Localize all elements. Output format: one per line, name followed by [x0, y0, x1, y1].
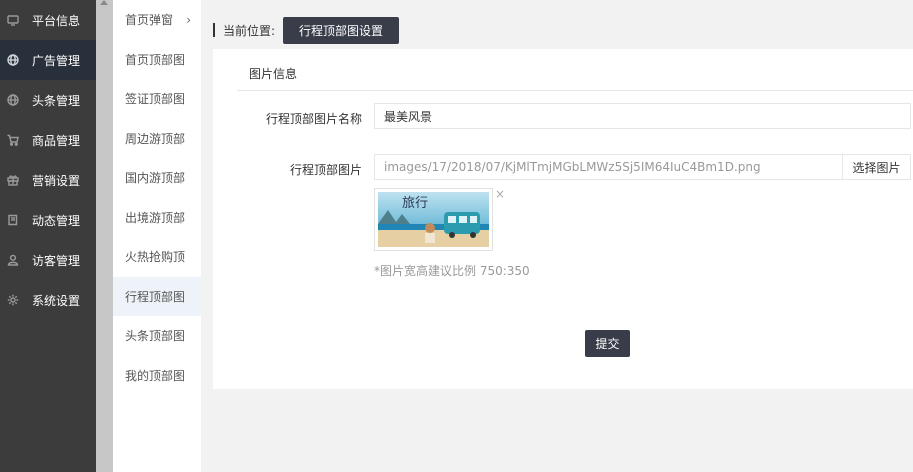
submit-button[interactable]: 提交	[585, 330, 630, 357]
submenu-item-visa-top-image[interactable]: 签证顶部图	[113, 79, 201, 119]
submenu-item-home-top-image[interactable]: 首页顶部图	[113, 40, 201, 80]
submenu-item-domestic-tour-top[interactable]: 国内游顶部	[113, 158, 201, 198]
choose-image-button[interactable]: 选择图片	[842, 154, 911, 180]
section-divider	[237, 90, 913, 91]
image-name-label: 行程顶部图片名称	[265, 112, 362, 126]
submenu-item-label: 首页顶部图	[125, 52, 186, 67]
image-ratio-hint: *图片宽高建议比例 750:350	[374, 264, 530, 278]
remove-image-icon[interactable]: ×	[495, 188, 505, 200]
image-thumbnail: 旅行	[374, 188, 493, 251]
sidebar-item-marketing-settings[interactable]: 营销设置	[0, 160, 96, 200]
sidebar-item-label: 系统设置	[32, 293, 81, 308]
submenu-item-label: 首页弹窗	[125, 13, 174, 28]
submenu-item-label: 行程顶部图	[125, 289, 186, 304]
sidebar-collapse-strip[interactable]	[96, 0, 113, 472]
form-panel: 图片信息 行程顶部图片名称 最美风景 行程顶部图片 images/17/2018…	[213, 49, 913, 389]
image-name-input[interactable]: 最美风景	[374, 103, 911, 129]
sidebar-item-label: 访客管理	[32, 253, 81, 268]
thumbnail-title: 旅行	[402, 196, 428, 211]
sidebar-item-system-settings[interactable]: 系统设置	[0, 280, 96, 320]
breadcrumb-marker	[213, 23, 215, 37]
sidebar-item-product-management[interactable]: 商品管理	[0, 120, 96, 160]
section-title: 图片信息	[249, 67, 298, 81]
cart-icon	[6, 133, 20, 147]
submenu-item-headline-top-image[interactable]: 头条顶部图	[113, 316, 201, 356]
submenu-item-itinerary-top-image[interactable]: 行程顶部图	[113, 276, 201, 316]
monitor-icon	[6, 13, 20, 27]
sidebar-item-visitor-management[interactable]: 访客管理	[0, 240, 96, 280]
submenu-item-flash-sale-top[interactable]: 火热抢购顶	[113, 237, 201, 277]
sidebar-item-label: 商品管理	[32, 133, 81, 148]
submenu-item-nearby-tour-top[interactable]: 周边游顶部	[113, 119, 201, 159]
submenu-item-label: 我的顶部图	[125, 368, 186, 383]
sub-menu: 首页弹窗 › 首页顶部图 签证顶部图 周边游顶部 国内游顶部 出境游顶部 火热抢…	[113, 0, 201, 472]
breadcrumb: 当前位置: 行程顶部图设置	[213, 16, 400, 44]
submenu-item-outbound-tour-top[interactable]: 出境游顶部	[113, 198, 201, 238]
submenu-item-label: 火热抢购顶	[125, 250, 186, 265]
sidebar-item-label: 动态管理	[32, 213, 81, 228]
sidebar-item-label: 平台信息	[32, 13, 81, 28]
breadcrumb-label: 当前位置:	[223, 23, 276, 38]
user-icon	[6, 253, 20, 267]
image-label: 行程顶部图片	[289, 163, 362, 177]
submenu-item-label: 国内游顶部	[125, 171, 186, 186]
sidebar-item-label: 头条管理	[32, 93, 81, 108]
sidebar-item-ad-management[interactable]: 广告管理	[0, 40, 96, 80]
main-sidebar: 平台信息 广告管理 头条管理 商品管理 营销设置 动态管理 访客管理 系统设置	[0, 0, 96, 472]
globe-icon	[6, 53, 20, 67]
submenu-item-home-popup[interactable]: 首页弹窗 ›	[113, 0, 201, 40]
gift-icon	[6, 173, 20, 187]
submenu-item-label: 周边游顶部	[125, 131, 186, 146]
sidebar-item-headline-management[interactable]: 头条管理	[0, 80, 96, 120]
submenu-item-label: 出境游顶部	[125, 210, 186, 225]
sidebar-item-label: 广告管理	[32, 53, 81, 68]
gear-icon	[6, 293, 20, 307]
submenu-item-label: 头条顶部图	[125, 329, 186, 344]
collapse-arrow-icon	[100, 0, 108, 5]
sidebar-item-news-management[interactable]: 动态管理	[0, 200, 96, 240]
book-icon	[6, 213, 20, 227]
submenu-item-my-top-image[interactable]: 我的顶部图	[113, 356, 201, 396]
breadcrumb-current-button[interactable]: 行程顶部图设置	[283, 16, 400, 44]
chevron-right-icon: ›	[186, 13, 191, 27]
sidebar-item-label: 营销设置	[32, 173, 81, 188]
submenu-item-label: 签证顶部图	[125, 92, 186, 107]
image-path-input[interactable]: images/17/2018/07/KjMlTmjMGbLMWz5Sj5IM64…	[374, 154, 843, 180]
sidebar-item-platform-info[interactable]: 平台信息	[0, 0, 96, 40]
globe-icon	[6, 93, 20, 107]
